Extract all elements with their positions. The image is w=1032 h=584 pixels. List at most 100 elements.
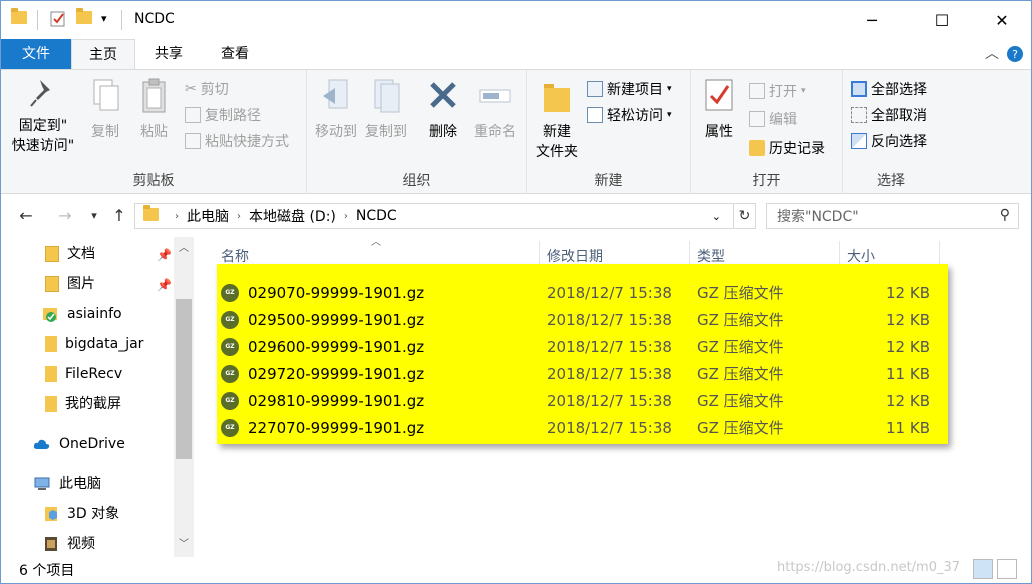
ribbon-tabs: 文件 主页 共享 查看 xyxy=(1,39,1031,69)
scroll-up-icon[interactable]: ︿ xyxy=(174,239,194,259)
gz-archive-icon: GZ xyxy=(221,338,239,356)
open-button[interactable]: 打开 ▾ xyxy=(749,80,806,102)
recent-locations-chevron-icon[interactable]: ▾ xyxy=(85,203,103,229)
new-item-button[interactable]: 新建项目 ▾ xyxy=(587,78,672,100)
chevron-down-icon: ▾ xyxy=(667,84,672,94)
file-size: 12 KB xyxy=(886,311,930,329)
easy-access-label: 轻松访问 xyxy=(607,108,663,124)
up-arrow-icon[interactable]: ↑ xyxy=(107,203,131,229)
tab-share[interactable]: 共享 xyxy=(135,39,203,69)
history-button[interactable]: 历史记录 xyxy=(749,137,825,159)
table-row[interactable]: GZ 227070-99999-1901.gz 2018/12/7 15:38 … xyxy=(221,415,941,442)
sidebar-item-label: 图片 xyxy=(67,276,95,292)
gz-archive-icon: GZ xyxy=(221,419,239,437)
select-all-label: 全部选择 xyxy=(871,82,927,98)
refresh-icon[interactable]: ↻ xyxy=(734,203,756,229)
new-folder-quick-icon[interactable] xyxy=(76,8,92,29)
large-icons-view-icon[interactable] xyxy=(997,559,1017,579)
sidebar-item-pictures[interactable]: 图片 xyxy=(45,270,95,298)
table-row[interactable]: GZ 029720-99999-1901.gz 2018/12/7 15:38 … xyxy=(221,361,941,388)
delete-icon xyxy=(430,82,456,108)
help-icon[interactable]: ? xyxy=(1006,39,1024,69)
new-folder-button[interactable]: 新建 文件夹 xyxy=(533,76,581,162)
rename-button[interactable]: 重命名 xyxy=(469,76,521,142)
copy-icon xyxy=(93,79,119,111)
file-name: 029500-99999-1901.gz xyxy=(248,311,425,329)
rename-icon xyxy=(479,89,511,103)
file-size: 12 KB xyxy=(886,392,930,410)
sidebar-item-3d-objects[interactable]: 3D 对象 xyxy=(45,500,119,528)
minimize-button[interactable]: ─ xyxy=(849,1,895,39)
maximize-button[interactable]: ☐ xyxy=(919,1,965,39)
file-date: 2018/12/7 15:38 xyxy=(547,311,672,329)
sidebar-item-this-pc[interactable]: 此电脑 xyxy=(33,470,101,498)
select-none-button[interactable]: 全部取消 xyxy=(851,104,927,126)
forward-arrow-icon[interactable]: → xyxy=(53,203,77,229)
edit-button[interactable]: 编辑 xyxy=(749,108,797,130)
table-row[interactable]: GZ 029500-99999-1901.gz 2018/12/7 15:38 … xyxy=(221,307,941,334)
scroll-down-icon[interactable]: ﹀ xyxy=(174,535,194,555)
properties-quick-icon[interactable] xyxy=(49,10,67,28)
tab-home[interactable]: 主页 xyxy=(71,39,135,69)
address-dropdown-icon[interactable]: ⌄ xyxy=(712,210,721,223)
search-input[interactable]: 搜索"NCDC" ⚲ xyxy=(766,203,1019,229)
delete-label: 删除 xyxy=(429,124,457,140)
invert-selection-button[interactable]: 反向选择 xyxy=(851,130,927,152)
delete-button[interactable]: 删除 xyxy=(423,76,463,142)
sidebar-item-asiainfo[interactable]: asiainfo xyxy=(43,300,122,328)
ribbon: 固定到" 快速访问" 复制 粘贴 ✂ 剪切 复制路径 粘贴快捷方式 剪贴板 移动… xyxy=(1,69,1031,194)
scissors-icon: ✂ xyxy=(185,81,197,97)
sidebar-scrollbar[interactable]: ︿ ﹀ xyxy=(174,237,194,557)
customize-quick-access-icon[interactable]: ▾ xyxy=(101,12,107,30)
file-type: GZ 压缩文件 xyxy=(697,365,784,383)
copy-path-button[interactable]: 复制路径 xyxy=(185,104,261,126)
folder-icon xyxy=(45,366,57,382)
rename-label: 重命名 xyxy=(474,124,516,140)
breadcrumb-this-pc[interactable]: 此电脑 xyxy=(187,206,229,226)
select-all-button[interactable]: 全部选择 xyxy=(851,78,927,100)
easy-access-button[interactable]: 轻松访问 ▾ xyxy=(587,104,672,126)
file-date: 2018/12/7 15:38 xyxy=(547,338,672,356)
sidebar-item-videos[interactable]: 视频 xyxy=(45,530,95,558)
sidebar-item-label: 3D 对象 xyxy=(67,506,120,522)
copy-button[interactable]: 复制 xyxy=(85,76,125,142)
pin-quick-access-button[interactable]: 固定到" 快速访问" xyxy=(7,76,79,156)
tab-view[interactable]: 查看 xyxy=(203,39,267,69)
table-row[interactable]: GZ 029810-99999-1901.gz 2018/12/7 15:38 … xyxy=(221,388,941,415)
copy-to-button[interactable]: 复制到 xyxy=(363,76,409,142)
sidebar-item-label: 视频 xyxy=(67,536,95,552)
cut-button[interactable]: ✂ 剪切 xyxy=(185,78,229,100)
sidebar-item-screenshots[interactable]: 我的截屏 xyxy=(45,390,121,418)
sidebar-item-filerecv[interactable]: FileRecv xyxy=(45,360,122,388)
sidebar-item-documents[interactable]: 文档 xyxy=(45,240,95,268)
file-date: 2018/12/7 15:38 xyxy=(547,365,672,383)
address-bar[interactable]: › 此电脑 › 本地磁盘 (D:) › NCDC ⌄ xyxy=(134,203,734,229)
organize-group: 移动到 复制到 删除 重命名 组织 xyxy=(307,70,527,194)
move-to-button[interactable]: 移动到 xyxy=(313,76,359,142)
breadcrumb-local-disk[interactable]: 本地磁盘 (D:) xyxy=(249,206,336,226)
move-to-icon xyxy=(323,79,348,109)
table-row[interactable]: GZ 029070-99999-1901.gz 2018/12/7 15:38 … xyxy=(221,280,941,307)
paste-shortcut-button[interactable]: 粘贴快捷方式 xyxy=(185,130,289,152)
item-count: 6 个项目 xyxy=(19,563,75,579)
history-label: 历史记录 xyxy=(769,141,825,157)
file-type: GZ 压缩文件 xyxy=(697,392,784,410)
paste-button[interactable]: 粘贴 xyxy=(133,76,175,142)
edit-icon xyxy=(749,111,765,127)
collapse-ribbon-icon[interactable]: ︿ xyxy=(985,39,999,69)
sidebar-item-onedrive[interactable]: OneDrive xyxy=(33,430,125,458)
sidebar-item-bigdata-jar[interactable]: bigdata_jar xyxy=(45,330,143,358)
tab-file[interactable]: 文件 xyxy=(1,39,71,69)
properties-button[interactable]: 属性 xyxy=(697,76,741,142)
sidebar-item-label: 此电脑 xyxy=(59,476,101,492)
new-item-label: 新建项目 xyxy=(607,82,663,98)
details-view-icon[interactable] xyxy=(973,559,993,579)
title-bar: ▾ NCDC ─ ☐ ✕ xyxy=(1,1,1031,39)
search-icon: ⚲ xyxy=(999,207,1010,223)
table-row[interactable]: GZ 029600-99999-1901.gz 2018/12/7 15:38 … xyxy=(221,334,941,361)
3d-objects-icon xyxy=(45,507,57,521)
close-button[interactable]: ✕ xyxy=(979,1,1025,39)
sidebar-scroll-thumb[interactable] xyxy=(176,299,192,459)
breadcrumb-ncdc[interactable]: NCDC xyxy=(356,208,397,224)
back-arrow-icon[interactable]: ← xyxy=(13,203,39,229)
